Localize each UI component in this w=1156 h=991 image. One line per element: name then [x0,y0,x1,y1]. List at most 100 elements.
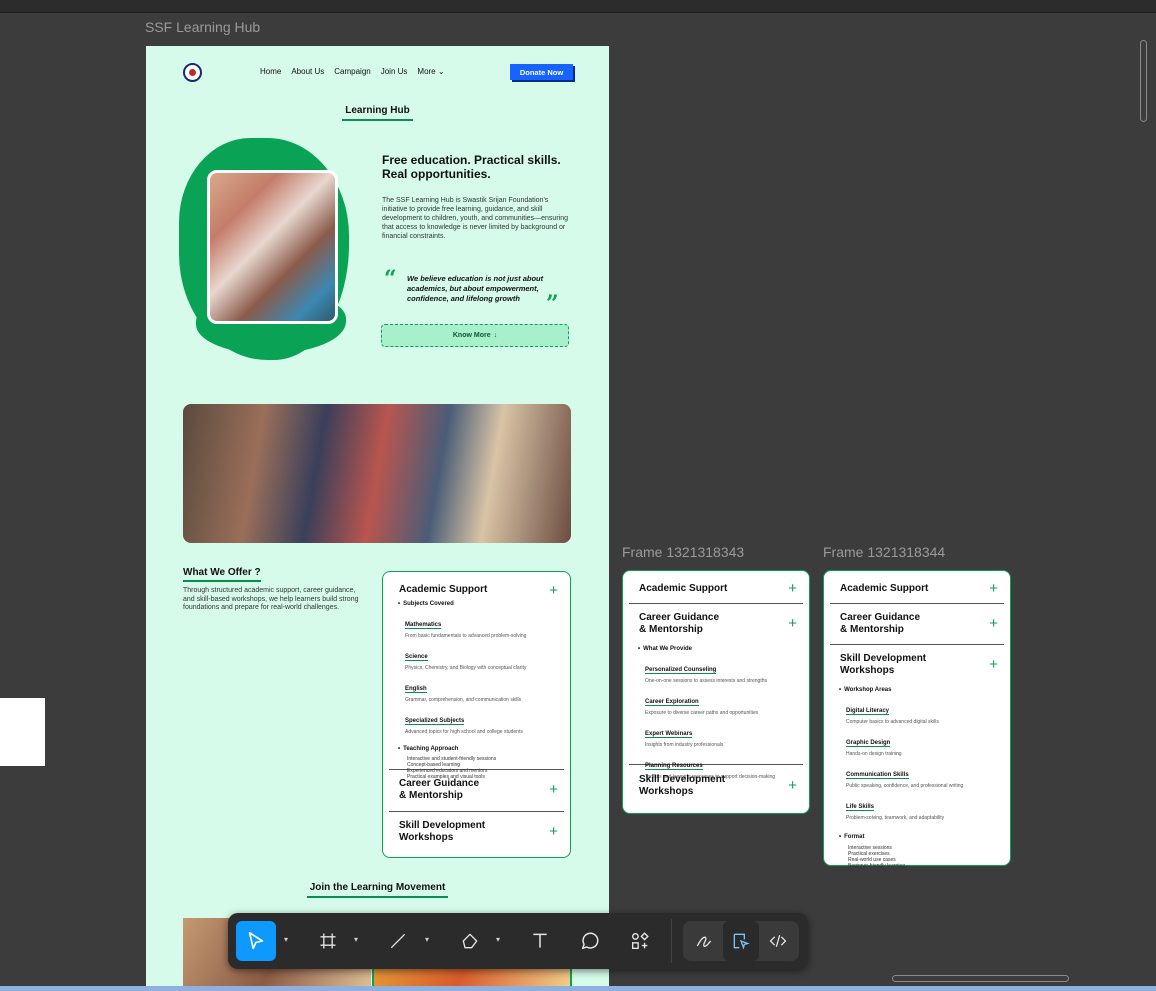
plus-icon[interactable]: + [788,778,797,793]
assets-tool-icon[interactable] [620,921,660,961]
plus-icon[interactable]: + [549,583,558,598]
plus-icon[interactable]: + [989,581,998,596]
chevron-down-icon: ⌄ [437,67,445,76]
skill-item-name: Communication Skills [846,772,909,779]
nav-links: Home About Us Campaign Join Us More ⌄ [260,67,445,76]
pen-tool-icon[interactable] [450,921,490,961]
what-we-provide-label: What We Provide [638,646,803,652]
quote-close-icon: ” [546,291,559,317]
plus-icon[interactable]: + [549,782,558,797]
career-item-name: Expert Webinars [645,731,693,738]
section-title-learning-hub: Learning Hub [146,105,609,121]
frame-tool-icon[interactable] [308,921,348,961]
accordion-career[interactable]: Career Guidance & Mentorship + What We P… [629,604,803,780]
hero-quote: We believe education is not just about a… [407,274,544,303]
accordion-skill-title: Skill Development Workshops [399,820,486,843]
subject-name: Specialized Subjects [405,718,465,725]
comment-tool-icon[interactable] [570,921,610,961]
career-item-name: Personalized Counseling [645,667,717,674]
accordion-academic-title: Academic Support [639,583,728,594]
accordion-skill[interactable]: Skill Development Workshops + Workshop A… [830,645,1004,869]
accordion-academic[interactable]: Academic Support + [830,571,1004,604]
plus-icon[interactable]: + [989,657,998,672]
subject-name: Mathematics [405,622,442,629]
accordion-academic[interactable]: Academic Support + Subjects Covered Math… [389,572,564,780]
toolbar-divider [671,919,672,963]
know-more-button[interactable]: Know More ↓ [381,324,569,347]
nav-campaign[interactable]: Campaign [334,67,370,76]
arrow-down-icon: ↓ [493,332,498,339]
horizontal-scrollbar[interactable] [892,975,1069,982]
plus-icon[interactable]: + [549,824,558,839]
subject-name: Science [405,654,428,661]
format-label: Format [839,834,1004,840]
main-frame-title[interactable]: SSF Learning Hub [145,19,260,35]
move-tool-chevron-icon[interactable]: ▾ [284,935,288,944]
skill-item-name: Life Skills [846,804,875,811]
frame-a-title[interactable]: Frame 1321318343 [622,544,744,560]
editor-top-bar [0,0,1156,13]
join-movement-title: Join the Learning Movement [146,882,609,898]
foundation-logo-icon[interactable] [183,63,202,82]
skill-item-desc: Hands-on design training [846,751,902,757]
plus-icon[interactable]: + [788,581,797,596]
hero-heading: Free education. Practical skills. Real o… [382,153,561,181]
window-bottom-edge [0,986,1156,991]
subjects-covered-label: Subjects Covered [398,601,564,607]
pen-tool-chevron-icon[interactable]: ▾ [496,935,500,944]
dev-mode-icon[interactable] [761,921,795,961]
nav-join[interactable]: Join Us [381,67,408,76]
accordion-career[interactable]: Career Guidance & Mentorship + [830,604,1004,645]
career-item-desc: One-on-one sessions to assess interests … [645,678,768,684]
subject-desc: From basic fundamentals to advanced prob… [405,633,527,639]
skill-item-desc: Problem-solving, teamwork, and adaptabil… [846,815,945,821]
frame-career-expanded[interactable]: Academic Support + Career Guidance & Men… [622,570,810,814]
accordion-academic-title: Academic Support [840,583,929,594]
text-tool-icon[interactable] [520,921,560,961]
career-item-desc: Exposure to diverse career paths and opp… [645,710,759,716]
line-tool-chevron-icon[interactable]: ▾ [425,935,429,944]
quote-open-icon: “ [384,266,397,292]
nav-home[interactable]: Home [260,67,281,76]
site-navbar: Home About Us Campaign Join Us More ⌄ Do… [146,61,609,85]
canvas-white-rectangle[interactable] [0,698,45,766]
donate-button[interactable]: Donate Now [510,64,573,80]
subject-desc: Grammar, comprehension, and communicatio… [405,697,522,703]
vertical-scrollbar[interactable] [1140,40,1147,122]
plus-icon[interactable]: + [788,616,797,631]
offer-accordion-main: Academic Support + Subjects Covered Math… [382,571,571,858]
classroom-photo [183,404,571,543]
accordion-career-title: Career Guidance & Mentorship [639,612,720,635]
plus-icon[interactable]: + [989,616,998,631]
frame-tool-chevron-icon[interactable]: ▾ [354,935,358,944]
format-item: Beginner-friendly learning [848,863,905,869]
accordion-academic-title: Academic Support [399,584,488,595]
draw-mode-icon[interactable] [687,921,721,961]
accordion-skill-title: Skill Development Workshops [639,774,726,797]
what-we-offer-description: Through structured academic support, car… [183,587,359,611]
workshop-areas-label: Workshop Areas [839,687,1004,693]
frame-b-title[interactable]: Frame 1321318344 [823,544,945,560]
hero-description: The SSF Learning Hub is Swastik Srijan F… [382,197,568,240]
career-item-name: Career Exploration [645,699,699,706]
hero-children-photo [207,170,338,324]
nav-about[interactable]: About Us [291,67,324,76]
frame-skill-expanded[interactable]: Academic Support + Career Guidance & Men… [823,570,1011,869]
accordion-career[interactable]: Career Guidance & Mentorship + [389,770,564,812]
accordion-career-title: Career Guidance & Mentorship [840,612,921,635]
accordion-academic[interactable]: Academic Support + [629,571,803,604]
line-tool-icon[interactable] [378,921,418,961]
accordion-skill[interactable]: Skill Development Workshops + [629,765,803,811]
skill-item-desc: Computer basics to advanced digital skil… [846,719,939,725]
skill-item-name: Digital Literacy [846,708,890,715]
skill-item-name: Graphic Design [846,740,891,747]
what-we-offer-title: What We Offer ? [183,567,261,582]
accordion-skill-title: Skill Development Workshops [840,653,927,676]
nav-more[interactable]: More ⌄ [417,67,444,76]
accordion-skill[interactable]: Skill Development Workshops + [389,812,564,856]
teaching-approach-label: Teaching Approach [398,746,564,752]
design-mode-icon[interactable] [723,921,759,961]
main-frame[interactable]: Home About Us Campaign Join Us More ⌄ Do… [146,46,609,991]
subject-desc: Advanced topics for high school and coll… [405,729,523,735]
move-tool-icon[interactable] [236,921,276,961]
